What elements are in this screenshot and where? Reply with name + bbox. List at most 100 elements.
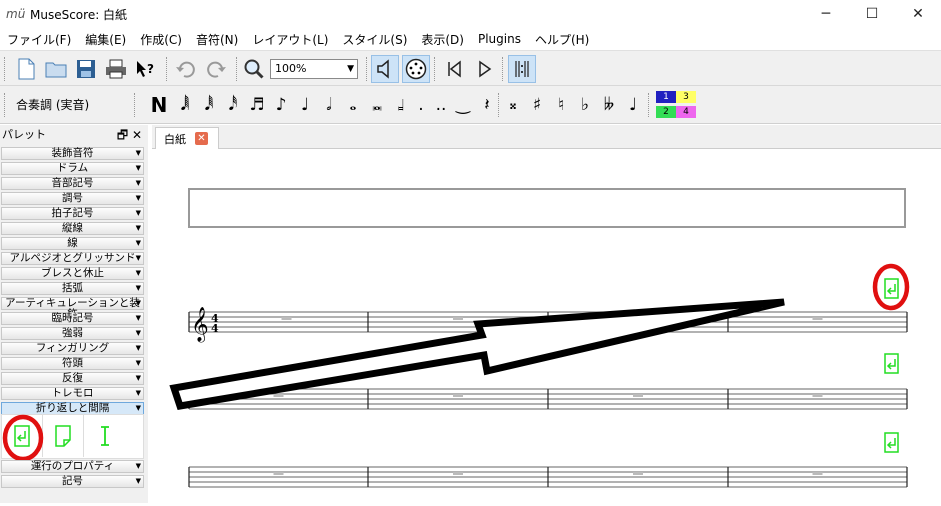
toolbar-grip[interactable]	[648, 93, 651, 117]
note-eighth-icon: ♪	[275, 95, 287, 115]
duration-breve-button[interactable]: 𝅜	[366, 92, 388, 118]
menu-create[interactable]: 作成(C)	[133, 31, 189, 48]
maximize-button[interactable]: ☐	[849, 0, 895, 28]
palette-item-1[interactable]: ドラム ▼	[1, 162, 144, 175]
menu-layout[interactable]: レイアウト(L)	[245, 31, 335, 48]
loop-playback-toggle[interactable]	[508, 55, 536, 83]
voice-4-button[interactable]: 4	[676, 106, 696, 118]
natural-button[interactable]: ♮	[550, 92, 572, 118]
duration-eighth-button[interactable]: ♪	[270, 92, 292, 118]
menu-view[interactable]: 表示(D)	[414, 31, 471, 48]
toolbar-grip[interactable]	[502, 57, 505, 81]
chevron-down-icon: ▼	[135, 239, 141, 247]
tab-score[interactable]: 白紙 ✕	[155, 127, 219, 149]
flat-button[interactable]: ♭	[574, 92, 596, 118]
zoom-button[interactable]	[240, 55, 268, 83]
palette-item-15[interactable]: 反復 ▼	[1, 372, 144, 385]
note-input-mode-button[interactable]: N	[148, 92, 170, 118]
duration-whole-button[interactable]: 𝅝	[342, 92, 364, 118]
midi-input-toggle[interactable]	[402, 55, 430, 83]
toolbar-grip[interactable]	[498, 93, 501, 117]
voice-3-button[interactable]: 3	[676, 91, 696, 103]
whats-this-button[interactable]: ?	[132, 55, 160, 83]
double-sharp-button[interactable]: 𝄪	[502, 92, 524, 118]
palette-item-16[interactable]: トレモロ ▼	[1, 387, 144, 400]
palette-item-10[interactable]: アーティキュレーションと装飾▼	[1, 297, 144, 320]
rest-button[interactable]: 𝄽	[476, 92, 498, 118]
duration-16th-button[interactable]: ♬	[246, 92, 268, 118]
duration-64th-button[interactable]: 𝅘𝅥𝅱	[198, 92, 220, 118]
duration-32nd-button[interactable]: 𝅘𝅥𝅰	[222, 92, 244, 118]
close-button[interactable]: ✕	[895, 0, 941, 28]
toolbar-grip[interactable]	[134, 93, 137, 117]
toolbar-grip[interactable]	[434, 57, 437, 81]
palette-item-after-0[interactable]: 運行のプロパティ ▼	[1, 460, 144, 473]
spacer-cell[interactable]	[84, 415, 125, 457]
palette-item-0[interactable]: 装飾音符 ▼	[1, 147, 144, 160]
treble-clef: 𝄞	[191, 307, 209, 343]
palette-item-11[interactable]: 臨時記号 ▼	[1, 312, 144, 325]
palette-item-after-1[interactable]: 記号 ▼	[1, 475, 144, 488]
palette-item-4[interactable]: 拍子記号 ▼	[1, 207, 144, 220]
close-panel-icon[interactable]: ✕	[132, 128, 142, 142]
voice-1-button[interactable]: 1	[656, 91, 676, 103]
page-break-cell[interactable]	[43, 415, 84, 457]
save-button[interactable]	[72, 55, 100, 83]
double-flat-button[interactable]: 𝄫	[598, 92, 620, 118]
augmentation-dot-button[interactable]: .	[410, 92, 432, 118]
duration-128th-button[interactable]: 𝅘𝅥𝅲	[174, 92, 196, 118]
rewind-button[interactable]	[440, 55, 468, 83]
new-score-button[interactable]	[12, 55, 40, 83]
palette-item-label: 符頭	[62, 357, 83, 369]
menu-help[interactable]: ヘルプ(H)	[528, 31, 596, 48]
sharp-icon: ♯	[532, 95, 542, 115]
toolbar-grip[interactable]	[236, 57, 239, 81]
minimize-button[interactable]: ─	[803, 0, 849, 28]
close-icon: ✕	[912, 6, 924, 22]
score-canvas[interactable]: 𝄞 4 4	[152, 149, 941, 503]
minimize-icon: ─	[821, 6, 831, 22]
menu-file[interactable]: ファイル(F)	[0, 31, 78, 48]
toolbar-grip[interactable]	[166, 57, 169, 81]
voice-2-button[interactable]: 2	[656, 106, 676, 118]
redo-button[interactable]	[202, 55, 230, 83]
palette-item-7[interactable]: アルペジオとグリッサンド ▼	[1, 252, 144, 265]
open-button[interactable]	[42, 55, 70, 83]
concert-pitch-button[interactable]: 合奏調 (実音)	[16, 96, 89, 113]
tie-button[interactable]: ‿	[452, 92, 474, 118]
palette-item-8[interactable]: ブレスと休止 ▼	[1, 267, 144, 280]
play-button[interactable]	[470, 55, 498, 83]
sharp-button[interactable]: ♯	[526, 92, 548, 118]
duration-half-button[interactable]: 𝅗𝅥	[318, 92, 340, 118]
palette-item-5[interactable]: 縦線 ▼	[1, 222, 144, 235]
tab-close-icon[interactable]: ✕	[195, 132, 208, 145]
palette-item-2[interactable]: 音部記号 ▼	[1, 177, 144, 190]
float-panel-icon[interactable]: 🗗	[117, 128, 128, 142]
palette-item-3[interactable]: 調号 ▼	[1, 192, 144, 205]
undo-button[interactable]	[172, 55, 200, 83]
palette-item-14[interactable]: 符頭 ▼	[1, 357, 144, 370]
help-arrow-icon: ?	[137, 61, 154, 77]
zoom-select[interactable]: 100% ▼	[270, 59, 358, 79]
menu-plugins[interactable]: Plugins	[471, 32, 528, 46]
duration-longa-button[interactable]: 𝆷	[390, 92, 412, 118]
duration-quarter-button[interactable]: ♩	[294, 92, 316, 118]
palette-item-label: 装飾音符	[51, 147, 94, 159]
chevron-down-icon: ▼	[135, 477, 141, 485]
play-sound-toggle[interactable]	[371, 55, 399, 83]
toolbar-grip[interactable]	[366, 57, 369, 81]
menu-edit[interactable]: 編集(E)	[78, 31, 133, 48]
menu-notes[interactable]: 音符(N)	[189, 31, 245, 48]
toolbar-grip[interactable]	[4, 93, 7, 117]
repeat-loop-icon	[515, 61, 529, 77]
palette-item-6[interactable]: 線 ▼	[1, 237, 144, 250]
flip-direction-button[interactable]: ♩	[622, 92, 644, 118]
palette-item-label: 縦線	[62, 222, 83, 234]
menu-style[interactable]: スタイル(S)	[335, 31, 414, 48]
palette-item-13[interactable]: フィンガリング ▼	[1, 342, 144, 355]
palette-item-9[interactable]: 括弧 ▼	[1, 282, 144, 295]
double-dot-button[interactable]: ..	[430, 92, 452, 118]
toolbar-grip[interactable]	[4, 57, 7, 81]
print-button[interactable]	[102, 55, 130, 83]
palette-item-12[interactable]: 強弱 ▼	[1, 327, 144, 340]
